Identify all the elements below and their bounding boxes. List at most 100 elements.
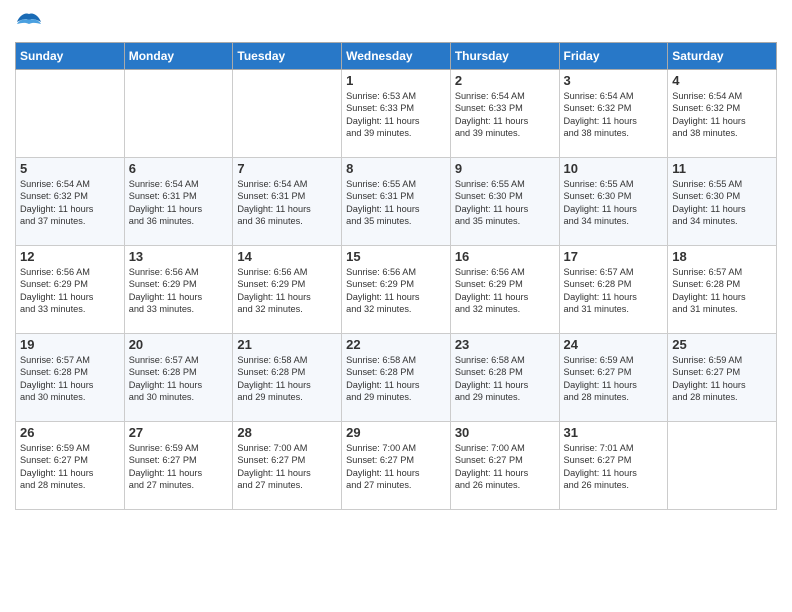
calendar-cell: 18 Sunrise: 6:57 AM Sunset: 6:28 PM Dayli…: [668, 246, 777, 334]
calendar-cell: [668, 422, 777, 510]
day-number: 1: [346, 73, 446, 88]
day-detail: Sunrise: 6:57 AM Sunset: 6:28 PM Dayligh…: [672, 266, 772, 316]
header-friday: Friday: [559, 43, 668, 70]
day-detail: Sunrise: 6:55 AM Sunset: 6:31 PM Dayligh…: [346, 178, 446, 228]
day-number: 26: [20, 425, 120, 440]
day-number: 5: [20, 161, 120, 176]
calendar-cell: 30 Sunrise: 7:00 AM Sunset: 6:27 PM Dayli…: [450, 422, 559, 510]
calendar-cell: 15Sunrise: 6:56 AM Sunset: 6:29 PM Dayli…: [342, 246, 451, 334]
day-number: 30: [455, 425, 555, 440]
header-tuesday: Tuesday: [233, 43, 342, 70]
day-detail: Sunrise: 6:53 AM Sunset: 6:33 PM Dayligh…: [346, 90, 446, 140]
day-detail: Sunrise: 7:00 AM Sunset: 6:27 PM Dayligh…: [346, 442, 446, 492]
day-detail: Sunrise: 6:59 AM Sunset: 6:27 PM Dayligh…: [672, 354, 772, 404]
day-detail: Sunrise: 6:57 AM Sunset: 6:28 PM Dayligh…: [564, 266, 664, 316]
calendar-cell: 21 Sunrise: 6:58 AM Sunset: 6:28 PM Dayli…: [233, 334, 342, 422]
day-number: 19: [20, 337, 120, 352]
day-detail: Sunrise: 6:56 AM Sunset: 6:29 PM Dayligh…: [20, 266, 120, 316]
day-detail: Sunrise: 7:00 AM Sunset: 6:27 PM Dayligh…: [237, 442, 337, 492]
calendar-cell: 5 Sunrise: 6:54 AM Sunset: 6:32 PM Daylig…: [16, 158, 125, 246]
calendar-cell: 17 Sunrise: 6:57 AM Sunset: 6:28 PM Dayli…: [559, 246, 668, 334]
calendar-cell: 29 Sunrise: 7:00 AM Sunset: 6:27 PM Dayli…: [342, 422, 451, 510]
week-row-3: 12 Sunrise: 6:56 AM Sunset: 6:29 PM Dayli…: [16, 246, 777, 334]
calendar-cell: 22 Sunrise: 6:58 AM Sunset: 6:28 PM Dayli…: [342, 334, 451, 422]
day-detail: Sunrise: 6:56 AM Sunset: 6:29 PM Dayligh…: [346, 266, 446, 316]
calendar-cell: 20Sunrise: 6:57 AM Sunset: 6:28 PM Dayli…: [124, 334, 233, 422]
day-number: 7: [237, 161, 337, 176]
calendar-table: SundayMondayTuesdayWednesdayThursdayFrid…: [15, 42, 777, 510]
day-detail: Sunrise: 6:54 AM Sunset: 6:33 PM Dayligh…: [455, 90, 555, 140]
day-number: 27: [129, 425, 229, 440]
day-number: 2: [455, 73, 555, 88]
page-header: [15, 10, 777, 34]
day-number: 17: [564, 249, 664, 264]
day-number: 23: [455, 337, 555, 352]
day-detail: Sunrise: 6:54 AM Sunset: 6:31 PM Dayligh…: [129, 178, 229, 228]
day-detail: Sunrise: 6:59 AM Sunset: 6:27 PM Dayligh…: [129, 442, 229, 492]
header-wednesday: Wednesday: [342, 43, 451, 70]
day-detail: Sunrise: 6:54 AM Sunset: 6:32 PM Dayligh…: [564, 90, 664, 140]
week-row-5: 26 Sunrise: 6:59 AM Sunset: 6:27 PM Dayli…: [16, 422, 777, 510]
logo: [15, 10, 47, 34]
calendar-cell: 27 Sunrise: 6:59 AM Sunset: 6:27 PM Dayli…: [124, 422, 233, 510]
calendar-cell: 14 Sunrise: 6:56 AM Sunset: 6:29 PM Dayli…: [233, 246, 342, 334]
day-detail: Sunrise: 6:58 AM Sunset: 6:28 PM Dayligh…: [237, 354, 337, 404]
calendar-cell: [124, 70, 233, 158]
day-detail: Sunrise: 6:55 AM Sunset: 6:30 PM Dayligh…: [564, 178, 664, 228]
calendar-cell: 2 Sunrise: 6:54 AM Sunset: 6:33 PM Daylig…: [450, 70, 559, 158]
header-monday: Monday: [124, 43, 233, 70]
day-detail: Sunrise: 6:57 AM Sunset: 6:28 PM Dayligh…: [129, 354, 229, 404]
logo-bird-icon: [15, 10, 43, 34]
calendar-cell: 6Sunrise: 6:54 AM Sunset: 6:31 PM Daylig…: [124, 158, 233, 246]
day-detail: Sunrise: 7:01 AM Sunset: 6:27 PM Dayligh…: [564, 442, 664, 492]
day-detail: Sunrise: 6:56 AM Sunset: 6:29 PM Dayligh…: [129, 266, 229, 316]
calendar-cell: 24Sunrise: 6:59 AM Sunset: 6:27 PM Dayli…: [559, 334, 668, 422]
day-number: 18: [672, 249, 772, 264]
calendar-cell: [16, 70, 125, 158]
week-row-1: 1 Sunrise: 6:53 AM Sunset: 6:33 PM Daylig…: [16, 70, 777, 158]
calendar-cell: 26Sunrise: 6:59 AM Sunset: 6:27 PM Dayli…: [16, 422, 125, 510]
day-number: 8: [346, 161, 446, 176]
day-detail: Sunrise: 6:58 AM Sunset: 6:28 PM Dayligh…: [455, 354, 555, 404]
week-row-4: 19 Sunrise: 6:57 AM Sunset: 6:28 PM Dayli…: [16, 334, 777, 422]
calendar-cell: 25 Sunrise: 6:59 AM Sunset: 6:27 PM Dayli…: [668, 334, 777, 422]
calendar-cell: 19 Sunrise: 6:57 AM Sunset: 6:28 PM Dayli…: [16, 334, 125, 422]
day-number: 29: [346, 425, 446, 440]
day-number: 21: [237, 337, 337, 352]
calendar-cell: 13 Sunrise: 6:56 AM Sunset: 6:29 PM Dayli…: [124, 246, 233, 334]
day-number: 22: [346, 337, 446, 352]
day-number: 25: [672, 337, 772, 352]
calendar-cell: 12 Sunrise: 6:56 AM Sunset: 6:29 PM Dayli…: [16, 246, 125, 334]
calendar-cell: 3 Sunrise: 6:54 AM Sunset: 6:32 PM Daylig…: [559, 70, 668, 158]
calendar-cell: 11 Sunrise: 6:55 AM Sunset: 6:30 PM Dayli…: [668, 158, 777, 246]
day-number: 13: [129, 249, 229, 264]
calendar-cell: 4Sunrise: 6:54 AM Sunset: 6:32 PM Daylig…: [668, 70, 777, 158]
day-detail: Sunrise: 6:55 AM Sunset: 6:30 PM Dayligh…: [455, 178, 555, 228]
calendar-cell: [233, 70, 342, 158]
day-detail: Sunrise: 7:00 AM Sunset: 6:27 PM Dayligh…: [455, 442, 555, 492]
day-number: 16: [455, 249, 555, 264]
day-number: 3: [564, 73, 664, 88]
day-number: 10: [564, 161, 664, 176]
day-number: 24: [564, 337, 664, 352]
day-detail: Sunrise: 6:58 AM Sunset: 6:28 PM Dayligh…: [346, 354, 446, 404]
day-detail: Sunrise: 6:54 AM Sunset: 6:32 PM Dayligh…: [20, 178, 120, 228]
day-number: 28: [237, 425, 337, 440]
header-row: SundayMondayTuesdayWednesdayThursdayFrid…: [16, 43, 777, 70]
day-number: 14: [237, 249, 337, 264]
calendar-cell: 16 Sunrise: 6:56 AM Sunset: 6:29 PM Dayli…: [450, 246, 559, 334]
day-number: 4: [672, 73, 772, 88]
day-detail: Sunrise: 6:56 AM Sunset: 6:29 PM Dayligh…: [237, 266, 337, 316]
week-row-2: 5 Sunrise: 6:54 AM Sunset: 6:32 PM Daylig…: [16, 158, 777, 246]
header-saturday: Saturday: [668, 43, 777, 70]
day-number: 9: [455, 161, 555, 176]
day-detail: Sunrise: 6:56 AM Sunset: 6:29 PM Dayligh…: [455, 266, 555, 316]
day-detail: Sunrise: 6:57 AM Sunset: 6:28 PM Dayligh…: [20, 354, 120, 404]
day-number: 12: [20, 249, 120, 264]
calendar-cell: 9 Sunrise: 6:55 AM Sunset: 6:30 PM Daylig…: [450, 158, 559, 246]
calendar-cell: 1 Sunrise: 6:53 AM Sunset: 6:33 PM Daylig…: [342, 70, 451, 158]
calendar-cell: 8 Sunrise: 6:55 AM Sunset: 6:31 PM Daylig…: [342, 158, 451, 246]
day-detail: Sunrise: 6:55 AM Sunset: 6:30 PM Dayligh…: [672, 178, 772, 228]
calendar-cell: 31Sunrise: 7:01 AM Sunset: 6:27 PM Dayli…: [559, 422, 668, 510]
day-number: 11: [672, 161, 772, 176]
